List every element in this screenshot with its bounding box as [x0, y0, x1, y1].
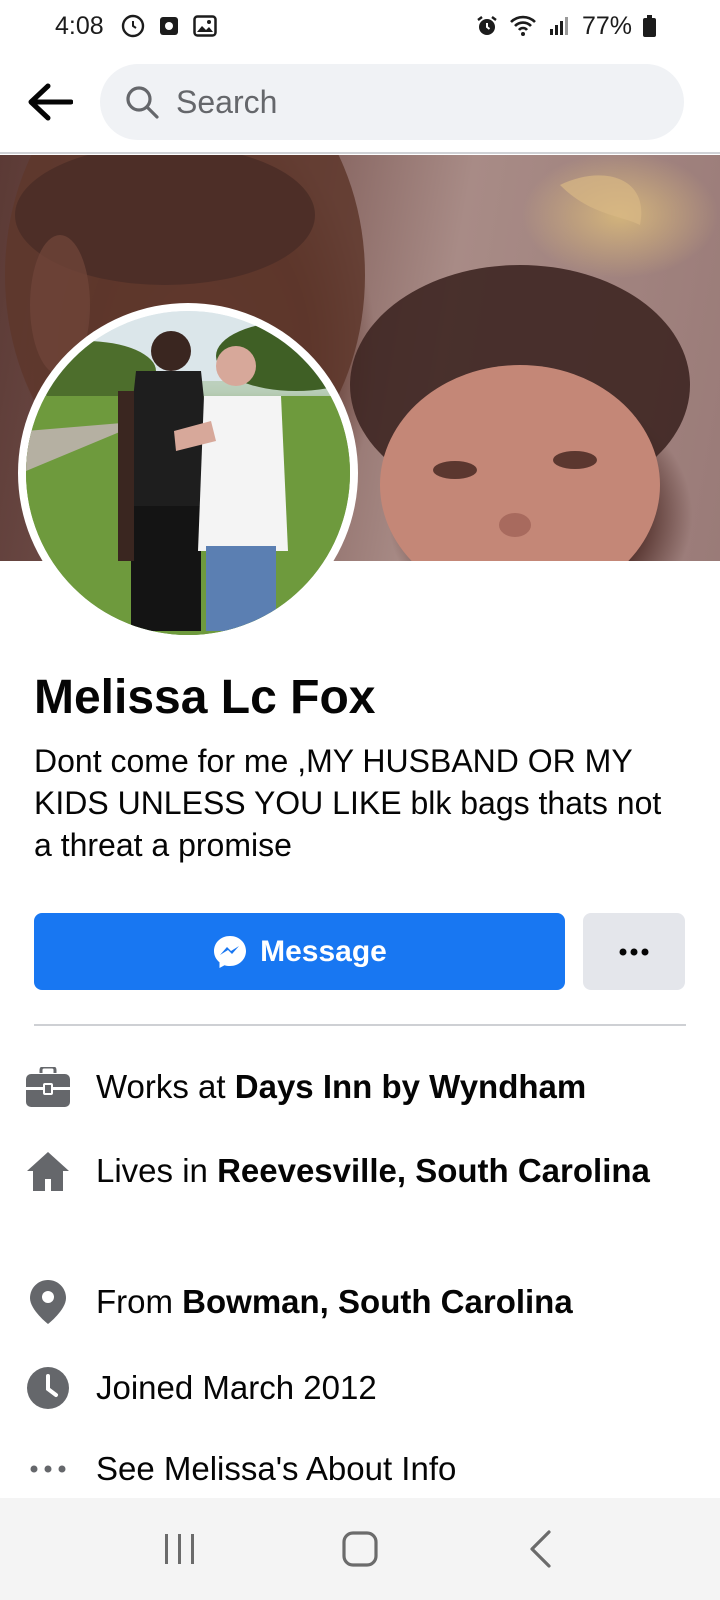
battery-icon	[642, 13, 656, 39]
info-lives-text: Lives in Reevesville, South Carolina	[96, 1150, 686, 1192]
info-row-from: From Bowman, South Carolina	[0, 1280, 720, 1324]
info-work-prefix: Works at	[96, 1068, 235, 1105]
home-button[interactable]	[320, 1509, 400, 1589]
avatar-photo-art	[26, 311, 350, 635]
back-arrow-icon	[28, 83, 73, 121]
info-row-lives: Lives in Reevesville, South Carolina	[0, 1150, 720, 1192]
home-square-icon	[342, 1531, 378, 1567]
location-pin-icon	[30, 1280, 66, 1324]
search-icon	[126, 86, 159, 119]
info-from-value[interactable]: Bowman, South Carolina	[182, 1283, 573, 1320]
search-box[interactable]	[100, 64, 684, 140]
briefcase-icon	[26, 1067, 70, 1107]
more-dots-icon	[619, 948, 649, 955]
status-time: 4:08	[55, 11, 104, 40]
record-icon	[156, 13, 182, 39]
status-bar: 4:08 77%	[0, 0, 720, 52]
info-work-value[interactable]: Days Inn by Wyndham	[235, 1068, 586, 1105]
message-button-label: Message	[260, 934, 387, 968]
info-joined-text: Joined March 2012	[96, 1369, 377, 1406]
info-row-about[interactable]: See Melissa's About Info	[0, 1448, 720, 1490]
clock-icon	[27, 1367, 69, 1409]
messenger-icon	[214, 935, 247, 968]
alarm-icon	[474, 13, 500, 39]
section-divider	[34, 1024, 686, 1026]
battery-percent: 77%	[581, 11, 632, 40]
circle-status-icon	[120, 13, 146, 39]
signal-icon	[546, 13, 572, 39]
profile-name: Melissa Lc Fox	[34, 671, 376, 724]
profile-avatar[interactable]	[18, 303, 358, 643]
info-lives-prefix: Lives in	[96, 1152, 218, 1189]
recent-apps-icon	[165, 1534, 194, 1564]
system-nav-bar	[0, 1498, 720, 1600]
info-work-text: Works at Days Inn by Wyndham	[96, 1066, 686, 1108]
avatar-photo	[26, 311, 350, 635]
info-from-prefix: From	[96, 1283, 183, 1320]
recent-apps-button[interactable]	[140, 1509, 220, 1589]
info-from-text: From Bowman, South Carolina	[96, 1281, 686, 1323]
info-lives-value[interactable]: Reevesville, South Carolina	[217, 1152, 650, 1189]
status-right: 77%	[474, 12, 656, 41]
gallery-icon	[192, 13, 218, 39]
home-icon	[27, 1152, 69, 1191]
more-options-button[interactable]	[583, 913, 685, 990]
message-button[interactable]: Message	[34, 913, 565, 990]
profile-bio: Dont come for me ,MY HUSBAND OR MY KIDS …	[34, 743, 662, 863]
info-row-joined: Joined March 2012	[0, 1366, 720, 1410]
search-input[interactable]	[176, 83, 646, 121]
chevron-left-icon	[530, 1530, 551, 1568]
top-bar	[0, 52, 720, 154]
back-button[interactable]	[0, 52, 100, 152]
wifi-icon	[510, 13, 536, 39]
info-row-work: Works at Days Inn by Wyndham	[0, 1066, 720, 1108]
more-dots-icon	[30, 1465, 66, 1473]
system-back-button[interactable]	[500, 1509, 580, 1589]
status-left: 4:08	[55, 12, 218, 41]
see-about-info-link[interactable]: See Melissa's About Info	[96, 1448, 686, 1490]
